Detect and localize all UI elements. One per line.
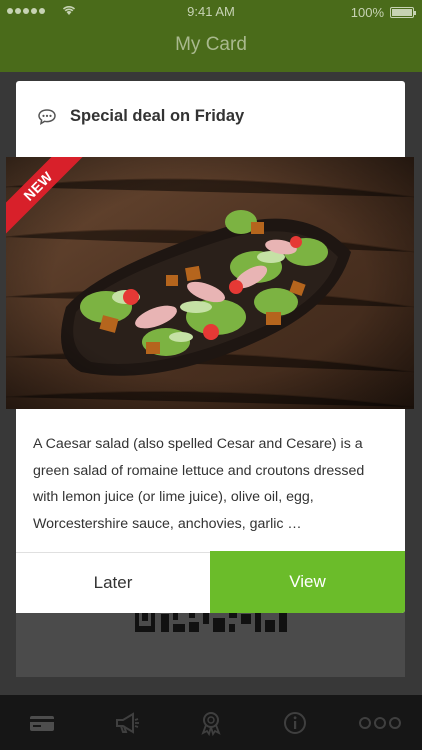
tab-card[interactable] <box>0 695 84 750</box>
status-bar: 9:41 AM 100% <box>0 0 422 24</box>
deal-modal: Special deal on Friday NEW A Caesar sala… <box>6 81 414 613</box>
nav-title: My Card <box>175 34 247 55</box>
tab-more[interactable] <box>338 695 422 750</box>
info-icon <box>284 711 307 734</box>
tab-info[interactable] <box>253 695 337 750</box>
modal-header: Special deal on Friday <box>16 81 405 157</box>
battery-percent: 100% <box>350 5 384 20</box>
megaphone-icon <box>115 711 139 734</box>
new-badge: NEW <box>6 157 86 237</box>
card-icon <box>30 715 55 731</box>
new-badge-label: NEW <box>6 157 86 237</box>
more-icon <box>358 716 401 729</box>
tab-promotions[interactable] <box>84 695 168 750</box>
battery-icon <box>390 7 416 18</box>
modal-title: Special deal on Friday <box>70 107 245 125</box>
later-button[interactable]: Later <box>16 552 210 613</box>
award-icon <box>201 711 221 736</box>
nav-bar: My Card <box>0 24 422 72</box>
tab-rewards[interactable] <box>169 695 253 750</box>
view-button[interactable]: View <box>210 551 405 613</box>
chat-bubble-icon <box>38 109 56 126</box>
tab-bar <box>0 695 422 750</box>
qr-code-icon <box>133 610 288 634</box>
deal-description: A Caesar salad (also spelled Cesar and C… <box>33 436 365 532</box>
